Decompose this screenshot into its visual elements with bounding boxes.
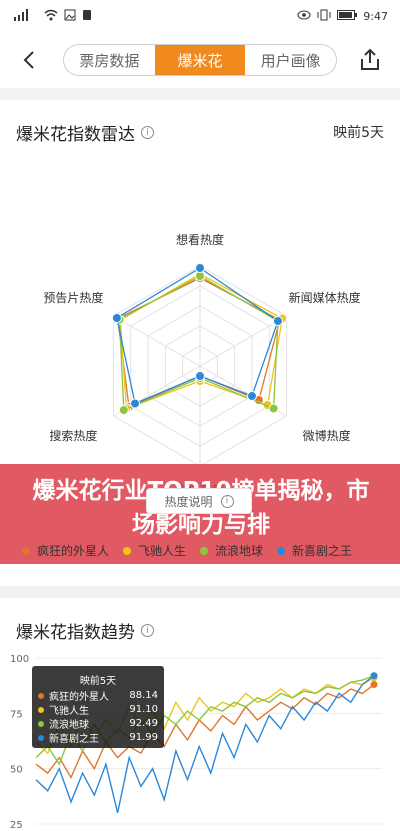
trend-y-tick: 50 bbox=[10, 765, 23, 776]
legend-label: 流浪地球 bbox=[215, 544, 264, 558]
trend-end-point bbox=[370, 672, 378, 680]
trend-y-tick: 25 bbox=[10, 820, 23, 831]
radar-point bbox=[195, 371, 205, 381]
legend-item[interactable]: 飞驰人生 bbox=[123, 542, 186, 559]
wifi-icon bbox=[44, 9, 58, 24]
tooltip-row: 疯狂的外星人 88.14 bbox=[38, 688, 158, 703]
radar-point bbox=[195, 263, 205, 273]
image-icon bbox=[64, 9, 76, 24]
legend-label: 飞驰人生 bbox=[138, 544, 187, 558]
radar-axis-line bbox=[113, 315, 201, 367]
radar-card: 爆米花指数雷达 i 映前5天 想看热度新闻媒体热度微博热度微信热度搜索热度预告片… bbox=[0, 100, 400, 586]
radar-point bbox=[118, 405, 129, 415]
radar-point bbox=[246, 391, 257, 401]
tooltip-value: 92.49 bbox=[129, 718, 158, 729]
legend-dot bbox=[200, 546, 209, 555]
status-bar: 9:47 bbox=[0, 0, 400, 32]
tab-user-profile[interactable]: 用户画像 bbox=[245, 45, 336, 75]
back-button[interactable] bbox=[16, 46, 44, 74]
legend-dot bbox=[277, 546, 286, 555]
vibrate-icon bbox=[317, 9, 331, 24]
trend-tooltip: 映前5天 疯狂的外星人 88.14 飞驰人生 91.10 流浪地球 92.49 新喜剧… bbox=[32, 666, 164, 748]
signal-icon bbox=[14, 9, 38, 24]
tooltip-value: 91.99 bbox=[129, 732, 158, 743]
trend-y-tick: 75 bbox=[10, 709, 23, 720]
trend-end-point bbox=[370, 681, 378, 689]
heat-button-label: 热度说明 bbox=[164, 494, 213, 509]
radar-axis-label: 新闻媒体热度 bbox=[289, 290, 361, 305]
radar-axis-label: 微博热度 bbox=[303, 428, 351, 443]
tooltip-row: 飞驰人生 91.10 bbox=[38, 702, 158, 717]
tooltip-name: 新喜剧之王 bbox=[49, 734, 99, 745]
share-button[interactable] bbox=[356, 46, 384, 74]
legend-label: 新喜剧之王 bbox=[292, 544, 353, 558]
heat-description-button[interactable]: 热度说明 i bbox=[146, 488, 252, 514]
eye-icon bbox=[297, 10, 311, 23]
tooltip-value: 91.10 bbox=[129, 704, 158, 715]
radar-series-1 bbox=[119, 273, 283, 410]
chevron-left-icon bbox=[23, 51, 34, 69]
tab-box-office[interactable]: 票房数据 bbox=[64, 45, 155, 75]
radar-point bbox=[272, 316, 283, 326]
tooltip-row: 新喜剧之王 91.99 bbox=[38, 730, 158, 745]
radar-point bbox=[268, 403, 279, 414]
legend-dot bbox=[123, 546, 132, 555]
info-icon: i bbox=[220, 494, 234, 508]
radar-axis-label: 预告片热度 bbox=[43, 290, 103, 305]
status-left bbox=[14, 9, 92, 24]
radar-legend: 疯狂的外星人 飞驰人生 流浪地球 新喜剧之王 bbox=[22, 542, 352, 559]
legend-item[interactable]: 流浪地球 bbox=[200, 542, 263, 559]
legend-item[interactable]: 疯狂的外星人 bbox=[22, 542, 109, 559]
trend-card: 爆米花指数趋势 i 100 75 50 25 映前5天 疯狂的外星人 88.14 飞驰人… bbox=[0, 598, 400, 831]
legend-dot bbox=[22, 546, 30, 555]
tooltip-value: 88.14 bbox=[129, 690, 158, 701]
tab-popcorn[interactable]: 爆米花 bbox=[154, 45, 246, 75]
radar-chart: 想看热度新闻媒体热度微博热度微信热度搜索热度预告片热度 bbox=[43, 232, 361, 490]
notification-icon bbox=[82, 9, 92, 24]
status-time: 9:47 bbox=[363, 10, 388, 23]
share-icon bbox=[361, 48, 379, 70]
trend-y-tick: 100 bbox=[10, 654, 29, 665]
battery-icon bbox=[337, 10, 358, 23]
nav-bar: 票房数据 爆米花 用户画像 bbox=[0, 32, 400, 88]
radar-axis-label: 搜索热度 bbox=[49, 428, 97, 443]
radar-point bbox=[111, 313, 122, 323]
tooltip-name: 流浪地球 bbox=[49, 720, 89, 731]
status-right: 9:47 bbox=[297, 9, 388, 24]
segment-tabs: 票房数据 爆米花 用户画像 bbox=[63, 44, 337, 76]
legend-item[interactable]: 新喜剧之王 bbox=[277, 542, 352, 559]
tooltip-title: 映前5天 bbox=[79, 676, 117, 687]
tooltip-row: 流浪地球 92.49 bbox=[38, 716, 158, 731]
radar-point bbox=[130, 398, 141, 409]
tooltip-name: 疯狂的外星人 bbox=[49, 692, 109, 703]
radar-axis-label: 想看热度 bbox=[176, 232, 224, 247]
legend-label: 疯狂的外星人 bbox=[37, 544, 110, 558]
tooltip-name: 飞驰人生 bbox=[49, 706, 89, 717]
